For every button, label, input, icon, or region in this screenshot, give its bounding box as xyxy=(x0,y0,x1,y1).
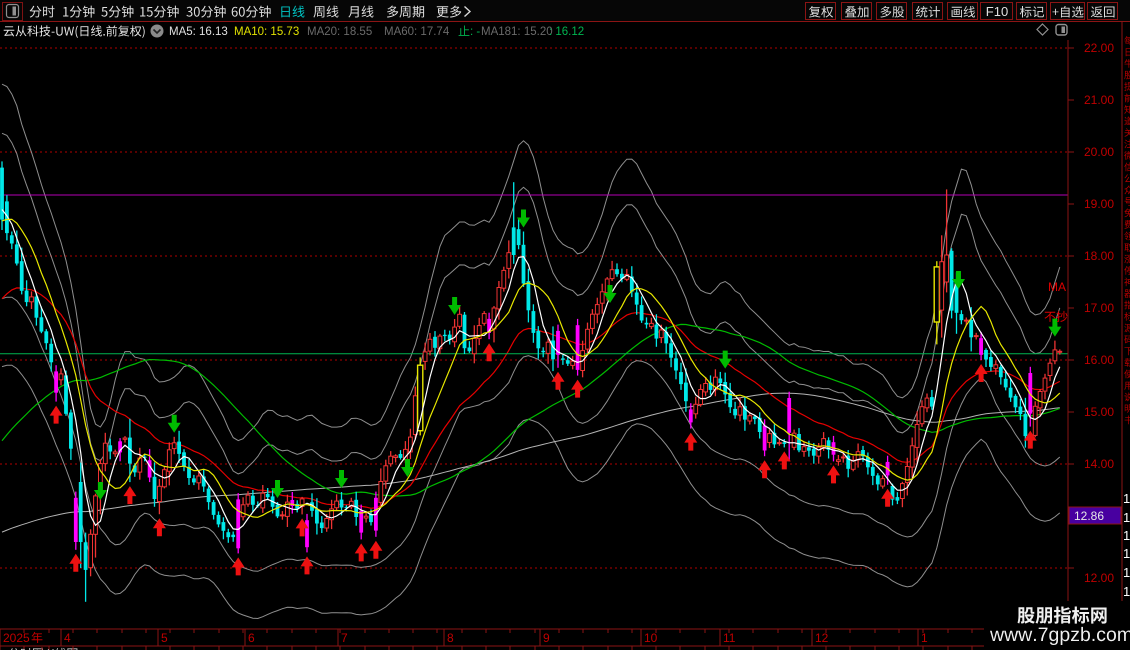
svg-text:8: 8 xyxy=(447,631,454,645)
svg-text:11: 11 xyxy=(723,631,736,645)
svg-text:21.00: 21.00 xyxy=(1084,93,1114,107)
svg-text:1: 1 xyxy=(1123,510,1130,525)
svg-text:MA181: 15.20: MA181: 15.20 xyxy=(481,26,553,38)
svg-text:12.00: 12.00 xyxy=(1084,571,1114,585)
svg-text:1: 1 xyxy=(1123,584,1130,599)
svg-text:9: 9 xyxy=(543,631,550,645)
svg-text:MA60: 17.74: MA60: 17.74 xyxy=(384,26,450,38)
svg-text:MA10: 15.73: MA10: 15.73 xyxy=(234,26,299,38)
svg-text:12.86: 12.86 xyxy=(1074,509,1104,523)
svg-text:1: 1 xyxy=(1123,565,1130,580)
svg-text:1: 1 xyxy=(921,631,928,645)
svg-text:: 16.12: : 16.12 xyxy=(549,26,584,38)
svg-text:18.00: 18.00 xyxy=(1084,249,1114,263)
svg-text:1: 1 xyxy=(1123,546,1130,561)
svg-text:MA5: 16.13: MA5: 16.13 xyxy=(169,26,228,38)
svg-text:F10: F10 xyxy=(986,4,1008,19)
svg-text:20.00: 20.00 xyxy=(1084,145,1114,159)
svg-text:5: 5 xyxy=(161,631,168,645)
svg-text:14.00: 14.00 xyxy=(1084,457,1114,471)
svg-text:10: 10 xyxy=(644,631,658,645)
svg-text:1: 1 xyxy=(1123,528,1130,543)
svg-text:1: 1 xyxy=(1123,491,1130,506)
svg-text:17.00: 17.00 xyxy=(1084,301,1114,315)
svg-text:12: 12 xyxy=(815,631,829,645)
svg-text:2025: 2025 xyxy=(3,631,30,645)
svg-text:: -: : - xyxy=(470,26,480,38)
svg-text:MA20: 18.55: MA20: 18.55 xyxy=(307,26,372,38)
svg-text:6: 6 xyxy=(248,631,255,645)
svg-text:16.00: 16.00 xyxy=(1084,353,1114,367)
svg-text:22.00: 22.00 xyxy=(1084,41,1114,55)
svg-text:15.00: 15.00 xyxy=(1084,405,1114,419)
svg-text:MA: MA xyxy=(1048,280,1066,294)
svg-text:4: 4 xyxy=(64,631,71,645)
svg-text:19.00: 19.00 xyxy=(1084,197,1114,211)
svg-text:7: 7 xyxy=(341,631,348,645)
